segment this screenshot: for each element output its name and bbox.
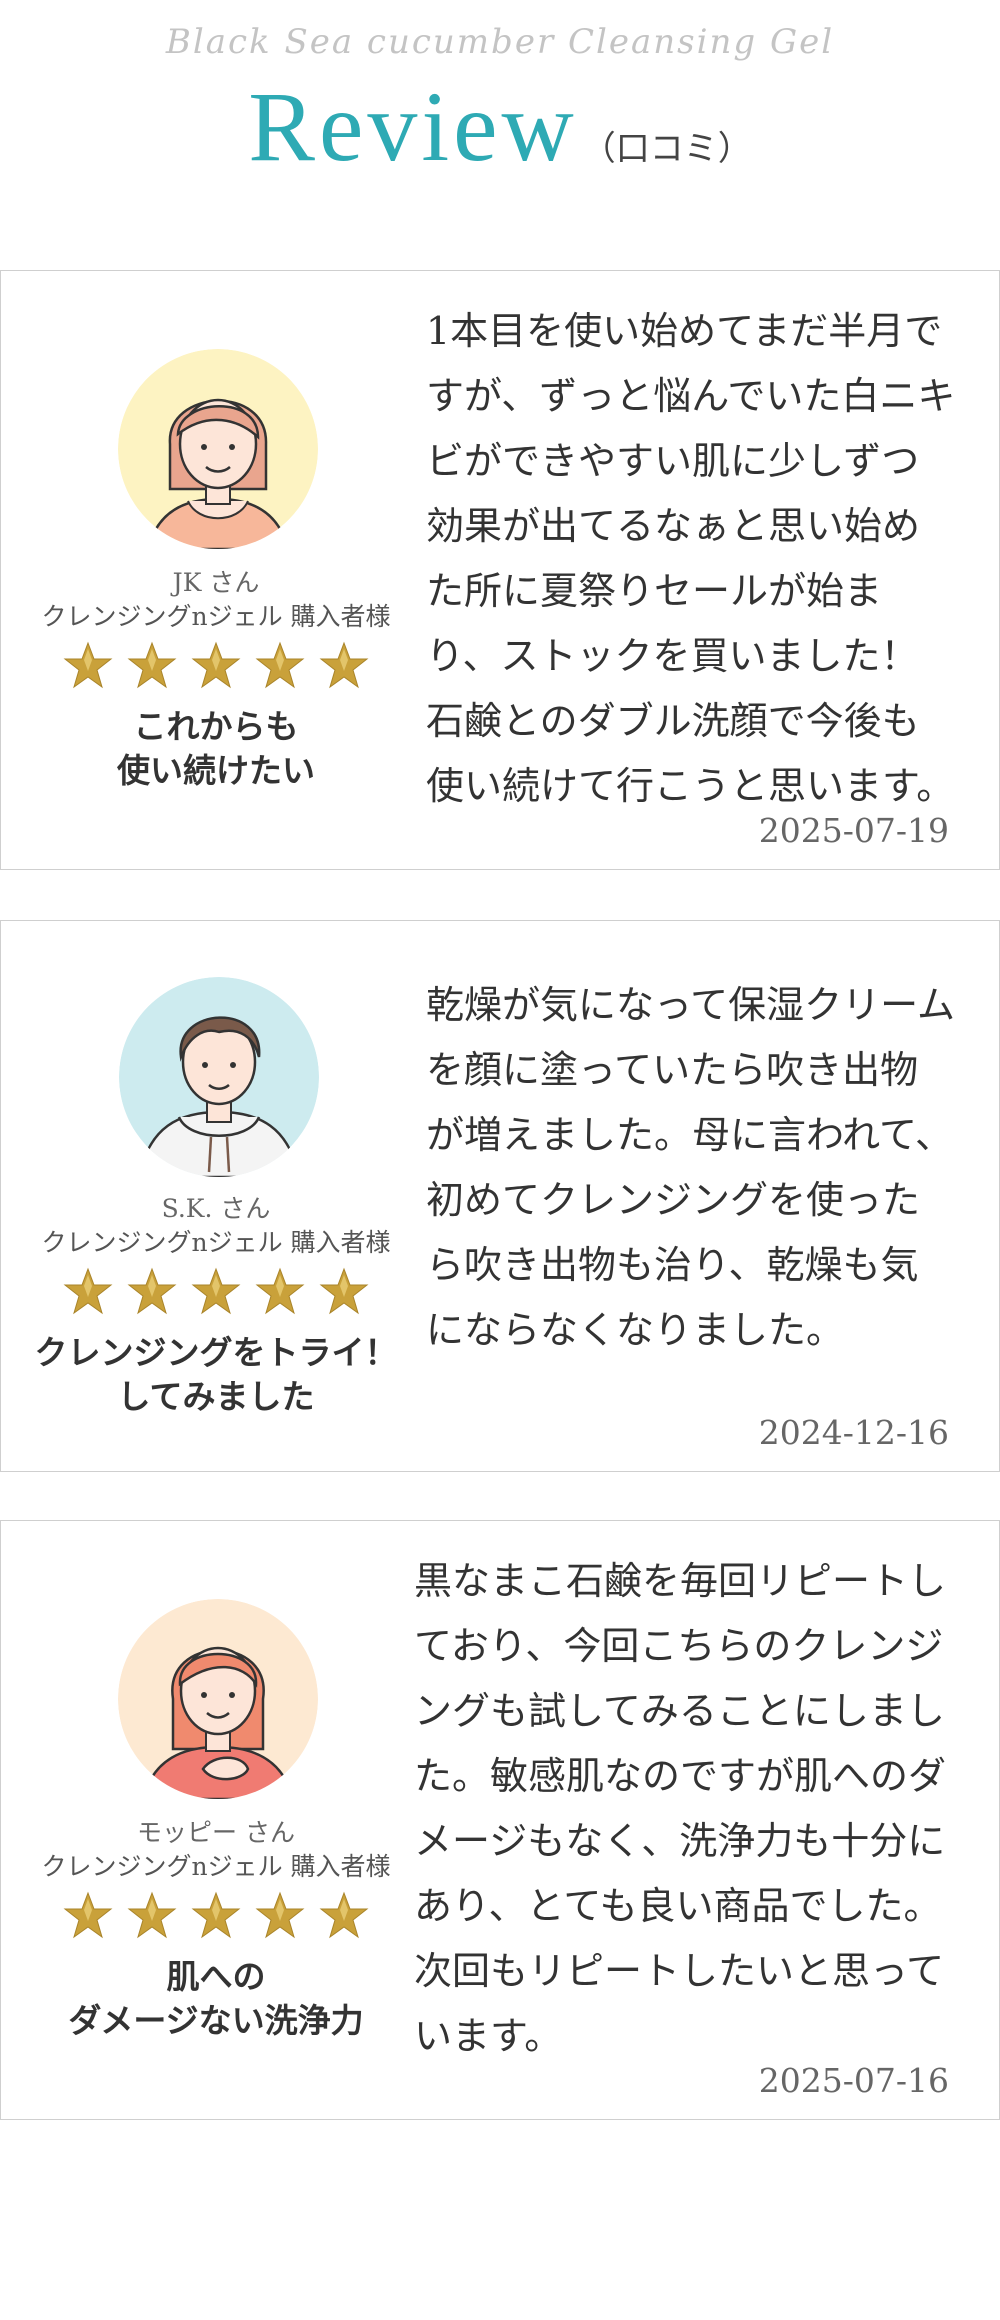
review-date: 2025-07-16 — [758, 2061, 949, 2100]
review-card: S.K. さん クレンジングnジェル 購入者様 クレンジングをトライ！ してみま… — [0, 920, 1000, 1472]
star-icon — [63, 641, 113, 689]
star-icon — [191, 1891, 241, 1939]
reviewer-name: モッピー さん — [137, 1818, 295, 1847]
star-icon — [255, 1891, 305, 1939]
reviewer-role: クレンジングnジェル 購入者様 — [41, 602, 391, 631]
page-header: Black Sea cucumber Cleansing Gel Review （… — [0, 0, 1000, 200]
reviewer-name: JK さん — [172, 568, 260, 597]
rating-stars — [1, 1267, 431, 1317]
headline-line: ダメージない洗浄力 — [68, 2001, 364, 2040]
review-card: JK さん クレンジングnジェル 購入者様 これからも 使い続けたい 1本目を使… — [0, 270, 1000, 870]
star-icon — [319, 641, 369, 689]
review-text: 1本目を使い始めてまだ半月ですが、ずっと悩んでいた白ニキビができやすい肌に少しず… — [426, 309, 956, 808]
review-date: 2025-07-19 — [758, 811, 949, 850]
review-title-suffix: （口コミ） — [581, 129, 752, 169]
woman-hand-on-chest-avatar-icon — [118, 1599, 318, 1799]
review-date: 2024-12-16 — [758, 1413, 949, 1452]
review-headline: これからも 使い続けたい — [1, 705, 431, 793]
star-icon — [255, 1267, 305, 1315]
star-icon — [319, 1891, 369, 1939]
page-title: Review （口コミ） — [0, 72, 1000, 182]
headline-line: クレンジングをトライ！ — [34, 1333, 398, 1372]
star-icon — [255, 641, 305, 689]
review-headline: 肌への ダメージない洗浄力 — [1, 1955, 431, 2043]
woman-short-hair-avatar-icon — [118, 349, 318, 549]
review-headline: クレンジングをトライ！ してみました — [1, 1331, 431, 1419]
review-text: 黒なまこ石鹸を毎回リピートしており、今回こちらのクレンジングも試してみることにし… — [414, 1559, 947, 2058]
man-hoodie-avatar-icon — [119, 977, 319, 1177]
rating-stars — [1, 1891, 431, 1941]
product-subtitle: Black Sea cucumber Cleansing Gel — [165, 22, 835, 62]
star-icon — [127, 1891, 177, 1939]
reviewer-info: モッピー さん クレンジングnジェル 購入者様 肌への ダメージない洗浄力 — [1, 1521, 431, 2119]
star-icon — [191, 641, 241, 689]
star-icon — [191, 1267, 241, 1315]
headline-line: 肌への — [166, 1957, 266, 1996]
headline-line: してみました — [117, 1377, 315, 1416]
review-title: Review — [248, 71, 578, 182]
star-icon — [127, 1267, 177, 1315]
reviewer-role: クレンジングnジェル 購入者様 — [41, 1228, 391, 1257]
reviewer-role: クレンジングnジェル 購入者様 — [41, 1852, 391, 1881]
reviewer-info: JK さん クレンジングnジェル 購入者様 これからも 使い続けたい — [1, 271, 431, 869]
star-icon — [63, 1891, 113, 1939]
reviewer-info: S.K. さん クレンジングnジェル 購入者様 クレンジングをトライ！ してみま… — [1, 921, 431, 1471]
star-icon — [319, 1267, 369, 1315]
star-icon — [63, 1267, 113, 1315]
headline-line: 使い続けたい — [117, 751, 315, 790]
rating-stars — [1, 641, 431, 691]
review-text: 乾燥が気になって保湿クリームを顔に塗っていたら吹き出物が増えました。母に言われて… — [426, 983, 955, 1352]
headline-line: これからも — [133, 707, 299, 746]
review-card: モッピー さん クレンジングnジェル 購入者様 肌への ダメージない洗浄力 黒な… — [0, 1520, 1000, 2120]
star-icon — [127, 641, 177, 689]
reviewer-name: S.K. さん — [161, 1194, 271, 1223]
